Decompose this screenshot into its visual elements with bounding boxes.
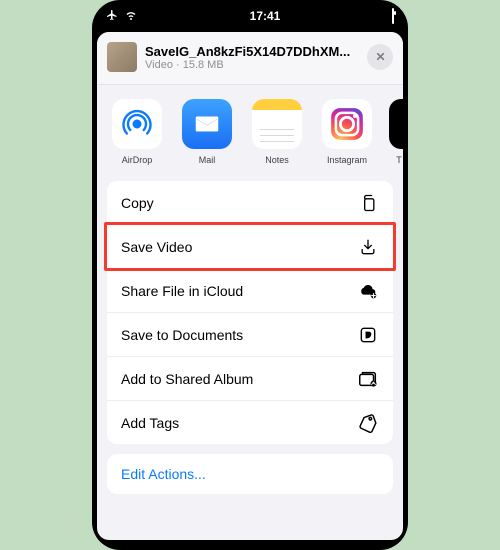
share-label: AirDrop xyxy=(122,155,153,165)
action-label: Save to Documents xyxy=(121,327,243,343)
close-button[interactable] xyxy=(367,44,393,70)
instagram-icon xyxy=(322,99,372,149)
action-label: Share File in iCloud xyxy=(121,283,243,299)
close-icon xyxy=(375,50,386,65)
airdrop-icon xyxy=(112,99,162,149)
download-icon xyxy=(357,236,379,258)
action-label: Add to Shared Album xyxy=(121,371,253,387)
tag-icon xyxy=(357,412,379,434)
file-meta: Video · 15.8 MB xyxy=(145,59,359,71)
action-label: Add Tags xyxy=(121,415,179,431)
action-add-tags[interactable]: Add Tags xyxy=(107,401,393,444)
action-save-video[interactable]: Save Video xyxy=(107,225,393,269)
documents-icon xyxy=(357,324,379,346)
action-copy[interactable]: Copy xyxy=(107,181,393,225)
action-label: Save Video xyxy=(121,239,192,255)
share-label: Instagram xyxy=(327,155,367,165)
phone-frame: 17:41 SaveIG_An8kzFi5X14D7DDhXM... Video… xyxy=(92,0,408,550)
shared-album-icon xyxy=(357,368,379,390)
mail-icon xyxy=(182,99,232,149)
action-share-icloud[interactable]: Share File in iCloud xyxy=(107,269,393,313)
share-sheet: SaveIG_An8kzFi5X14D7DDhXM... Video · 15.… xyxy=(97,32,403,540)
copy-icon xyxy=(357,192,379,214)
share-target-notes[interactable]: Notes xyxy=(249,99,305,165)
action-save-documents[interactable]: Save to Documents xyxy=(107,313,393,357)
file-name: SaveIG_An8kzFi5X14D7DDhXM... xyxy=(145,44,359,59)
edit-actions-label: Edit Actions... xyxy=(121,466,206,482)
edit-actions-button[interactable]: Edit Actions... xyxy=(107,454,393,494)
share-targets: AirDrop Mail Notes Instagram xyxy=(97,85,403,181)
airplane-icon xyxy=(106,9,118,24)
status-bar: 17:41 xyxy=(92,0,408,28)
actions-list: Copy Save Video Share File in iCloud Sav… xyxy=(107,181,393,444)
icloud-share-icon xyxy=(357,280,379,302)
share-label: Notes xyxy=(265,155,289,165)
action-label: Copy xyxy=(121,195,154,211)
battery-icon xyxy=(392,9,394,23)
share-target-tiktok[interactable]: T xyxy=(389,99,403,165)
share-label: T xyxy=(396,155,402,165)
file-thumbnail xyxy=(107,42,137,72)
sheet-header: SaveIG_An8kzFi5X14D7DDhXM... Video · 15.… xyxy=(97,32,403,85)
share-target-airdrop[interactable]: AirDrop xyxy=(109,99,165,165)
notes-icon xyxy=(252,99,302,149)
share-target-mail[interactable]: Mail xyxy=(179,99,235,165)
share-target-instagram[interactable]: Instagram xyxy=(319,99,375,165)
action-shared-album[interactable]: Add to Shared Album xyxy=(107,357,393,401)
share-label: Mail xyxy=(199,155,216,165)
wifi-icon xyxy=(124,9,138,24)
status-time: 17:41 xyxy=(250,9,281,23)
tiktok-icon xyxy=(389,99,403,149)
